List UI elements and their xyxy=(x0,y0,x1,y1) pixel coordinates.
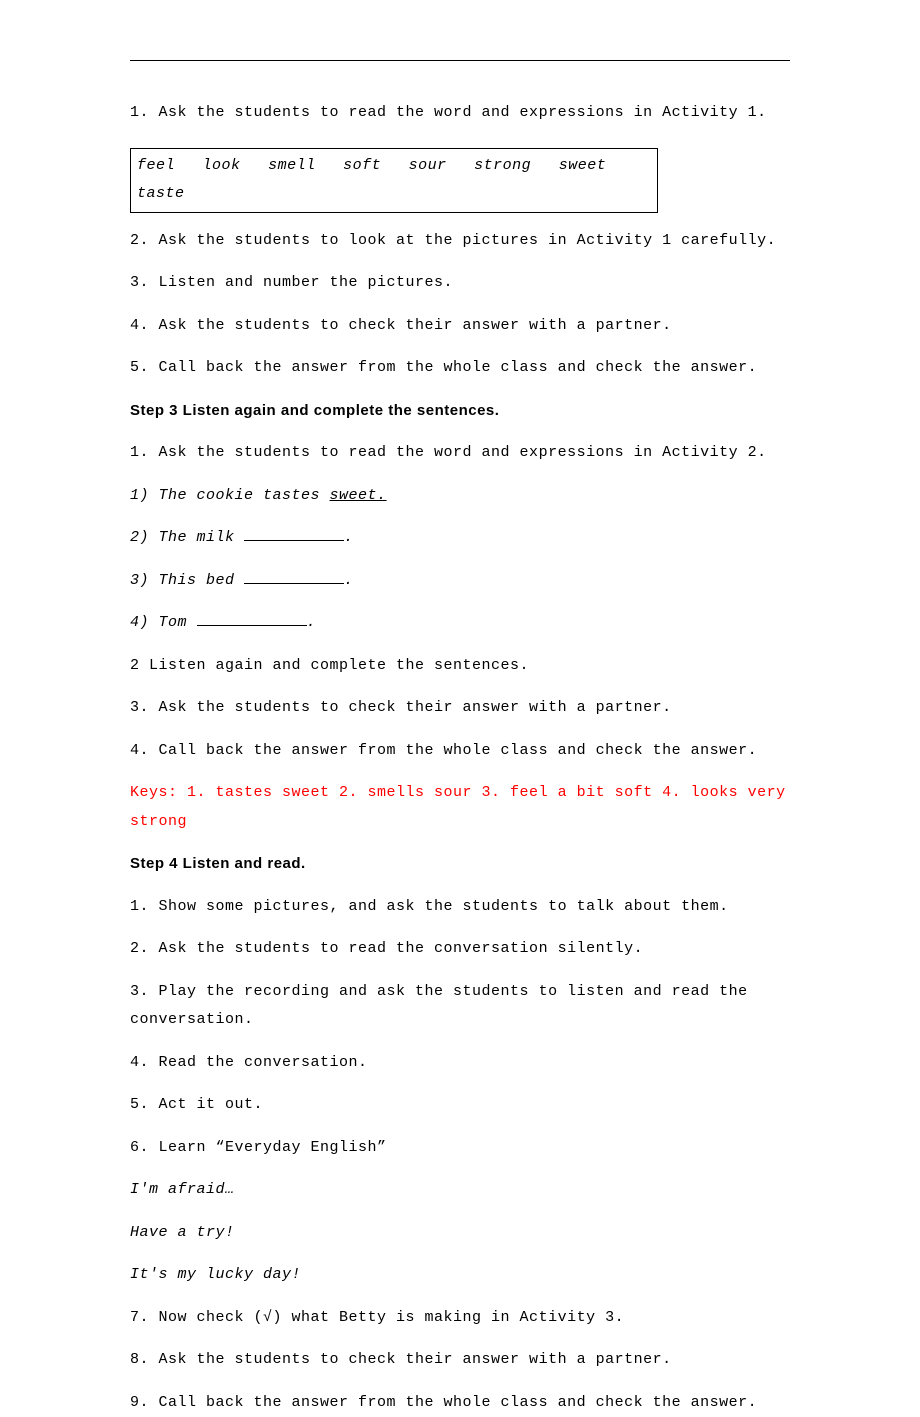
body-text: 4. Call back the answer from the whole c… xyxy=(130,737,790,766)
word-item: feel xyxy=(137,157,175,174)
word-item: smell xyxy=(268,157,316,174)
word-item: sour xyxy=(409,157,447,174)
step-heading: Step 3 Listen again and complete the sen… xyxy=(130,397,790,426)
body-text: 2. Ask the students to look at the pictu… xyxy=(130,227,790,256)
body-text: 9. Call back the answer from the whole c… xyxy=(130,1389,790,1417)
body-text: 3. Listen and number the pictures. xyxy=(130,269,790,298)
word-item: look xyxy=(203,157,241,174)
body-text: 6. Learn “Everyday English” xyxy=(130,1134,790,1163)
body-text: 2 Listen again and complete the sentence… xyxy=(130,652,790,681)
sentence-suffix: . xyxy=(307,614,317,631)
body-text: 1. Ask the students to read the word and… xyxy=(130,439,790,468)
body-text: 5. Act it out. xyxy=(130,1091,790,1120)
body-text: 1. Ask the students to read the word and… xyxy=(130,99,790,128)
word-item: soft xyxy=(343,157,381,174)
word-item: sweet xyxy=(559,157,607,174)
body-text: 5. Call back the answer from the whole c… xyxy=(130,354,790,383)
sentence-suffix: . xyxy=(344,572,354,589)
fill-sentence: 3) This bed . xyxy=(130,567,790,596)
sentence-prefix: 2) The milk xyxy=(130,529,244,546)
word-item: strong xyxy=(474,157,531,174)
everyday-english: It's my lucky day! xyxy=(130,1261,790,1290)
top-rule xyxy=(130,60,790,61)
blank-line xyxy=(244,569,344,584)
document-page: 1. Ask the students to read the word and… xyxy=(0,0,920,1302)
fill-sentence: 1) The cookie tastes sweet. xyxy=(130,482,790,511)
answer-key: Keys: 1. tastes sweet 2. smells sour 3. … xyxy=(130,779,790,836)
blank-line xyxy=(197,612,307,627)
sentence-prefix: 4) Tom xyxy=(130,614,197,631)
body-text: 4. Read the conversation. xyxy=(130,1049,790,1078)
word-box: feel look smell soft sour strong sweet t… xyxy=(130,148,658,213)
body-text: 2. Ask the students to read the conversa… xyxy=(130,935,790,964)
sentence-prefix: 1) The cookie tastes xyxy=(130,487,330,504)
body-text: 4. Ask the students to check their answe… xyxy=(130,312,790,341)
fill-sentence: 2) The milk . xyxy=(130,524,790,553)
body-text: 3. Ask the students to check their answe… xyxy=(130,694,790,723)
everyday-english: Have a try! xyxy=(130,1219,790,1248)
body-text: 1. Show some pictures, and ask the stude… xyxy=(130,893,790,922)
body-text: 8. Ask the students to check their answe… xyxy=(130,1346,790,1375)
sentence-prefix: 3) This bed xyxy=(130,572,244,589)
word-item: taste xyxy=(137,185,185,202)
step-heading: Step 4 Listen and read. xyxy=(130,850,790,879)
sentence-suffix: . xyxy=(344,529,354,546)
body-text: 7. Now check (√) what Betty is making in… xyxy=(130,1304,790,1333)
everyday-english: I'm afraid… xyxy=(130,1176,790,1205)
body-text: 3. Play the recording and ask the studen… xyxy=(130,978,790,1035)
filled-answer: sweet. xyxy=(330,487,387,504)
fill-sentence: 4) Tom . xyxy=(130,609,790,638)
blank-line xyxy=(244,527,344,542)
